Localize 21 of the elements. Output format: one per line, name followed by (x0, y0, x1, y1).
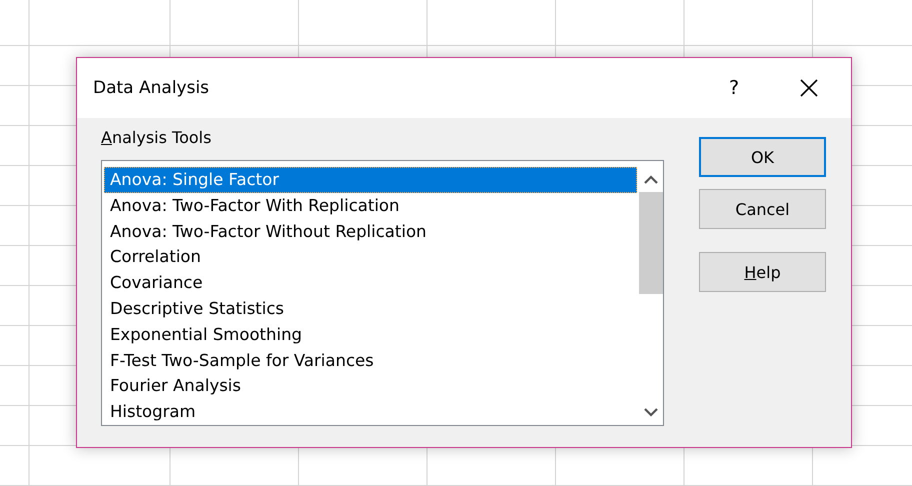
scroll-down-icon[interactable] (644, 408, 658, 417)
list-item[interactable]: F-Test Two-Sample for Variances (104, 348, 637, 374)
list-item[interactable]: Fourier Analysis (104, 373, 637, 400)
list-item[interactable]: Anova: Single Factor (104, 167, 637, 193)
window-title: Data Analysis (93, 78, 210, 98)
dialog-button[interactable]: OK (699, 137, 826, 177)
list-item[interactable]: Histogram (104, 399, 637, 425)
list-item[interactable]: Covariance (104, 270, 637, 296)
list-item[interactable]: Exponential Smoothing (104, 322, 637, 348)
list-item[interactable]: Descriptive Statistics (104, 296, 637, 322)
scrollbar-thumb[interactable] (639, 192, 663, 294)
tools-listbox[interactable] (101, 160, 664, 426)
list-item[interactable]: Anova: Two-Factor With Replication (104, 192, 637, 219)
list-label: Analysis Tools (101, 128, 212, 149)
close-icon (800, 79, 818, 97)
dialog-button[interactable]: Cancel (699, 189, 826, 229)
scroll-up-icon[interactable] (644, 175, 658, 184)
list-item[interactable]: Anova: Two-Factor Without Replication (104, 218, 637, 244)
list-item[interactable]: Correlation (104, 244, 637, 270)
dialog-button[interactable]: Help (699, 252, 826, 292)
help-button[interactable]: ? (714, 70, 754, 106)
